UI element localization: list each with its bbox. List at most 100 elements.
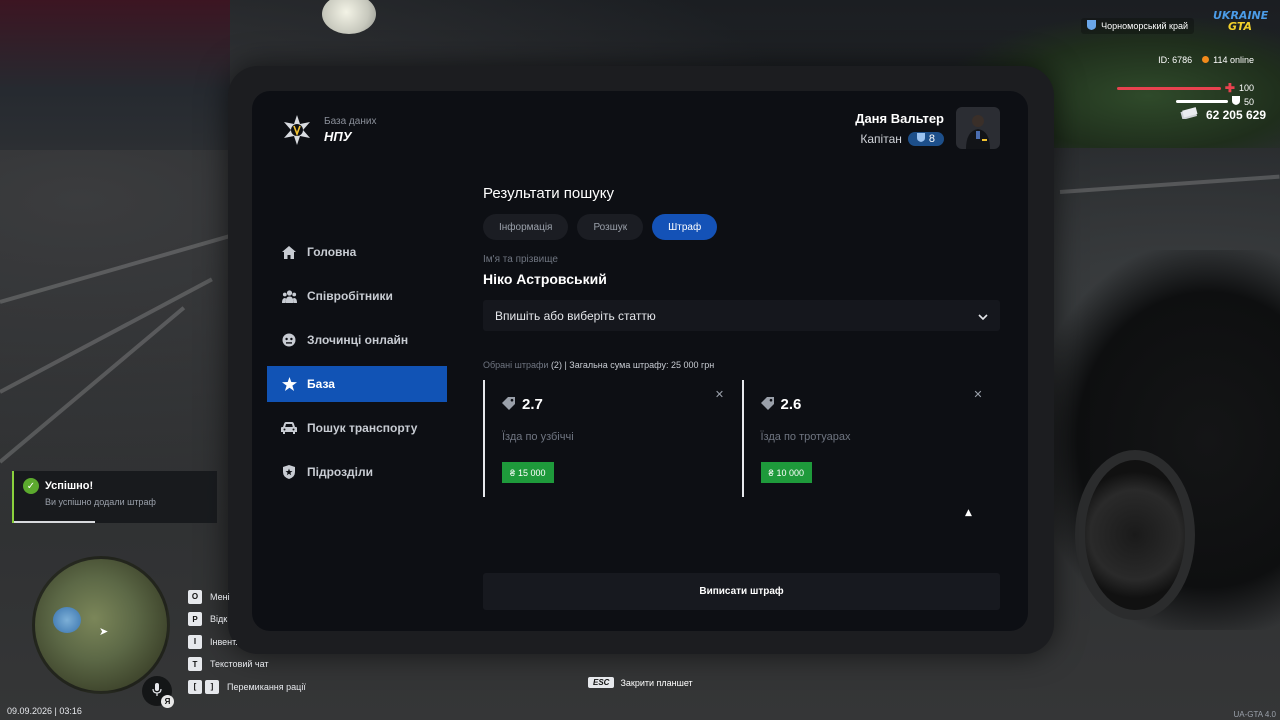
road-marking <box>0 306 186 464</box>
tab-fine[interactable]: Штраф <box>652 214 718 240</box>
fines-count: (2) <box>550 360 562 370</box>
tab-wanted[interactable]: Розшук <box>577 214 644 240</box>
police-badge-icon <box>280 113 314 147</box>
star-icon <box>281 376 297 392</box>
key-cap: [ <box>188 679 202 694</box>
online-count: 114 online <box>1202 55 1254 65</box>
shield-icon <box>281 464 297 480</box>
success-toast: ✓ Успішно! Ви успішно додали штраф <box>12 471 217 523</box>
tag-icon <box>760 395 775 414</box>
hotkey-label: Відк <box>210 614 228 624</box>
sidebar-item-label: Підрозділи <box>307 465 373 479</box>
player-id-and-online: ID: 6786 114 online <box>1158 55 1254 65</box>
issue-fine-button[interactable]: Виписати штраф <box>483 573 1000 610</box>
tablet-screen: База даних НПУ Даня Вальтер Капітан 8 Го… <box>252 91 1028 631</box>
background-building <box>0 0 230 150</box>
logo-title: НПУ <box>324 129 352 144</box>
hotkey-label: Текстовий чат <box>210 659 269 669</box>
hotkey-label: Інвент. <box>210 636 238 647</box>
selected-fines-list: ✕ 2.7 Їзда по узбіччі ₴ 15 000 ✕ 2.6 Їзд… <box>483 380 1000 497</box>
mouse-cursor-icon: ▲ <box>965 508 972 518</box>
sidebar-nav: Головна Співробітники Злочинці онлайн Ба… <box>267 234 447 498</box>
close-tablet-hint: ESC Закрити планшет <box>588 677 693 688</box>
armor-shield-icon <box>1231 96 1240 107</box>
sidebar-item-criminals-online[interactable]: Злочинці онлайн <box>267 322 447 358</box>
rank-level-badge: 8 <box>907 131 944 146</box>
minimap-water <box>53 607 81 633</box>
article-select-placeholder: Впишіть або виберіть статтю <box>495 308 656 323</box>
player-arrow-icon: ➤ <box>99 625 109 638</box>
health-value: 100 <box>1238 83 1254 93</box>
sidebar-item-label: Пошук транспорту <box>307 421 418 435</box>
hotkey-label: Перемикання рації <box>227 681 306 692</box>
hotkey-row: [ ] Перемикання рації <box>188 679 306 694</box>
fine-amount-badge: ₴ 10 000 <box>760 462 813 483</box>
coat-of-arms-icon <box>1087 20 1097 32</box>
road-marking <box>1059 174 1280 194</box>
criminal-icon <box>281 332 297 348</box>
road-marking <box>0 277 213 394</box>
search-results-panel: Результати пошуку Інформація Розшук Штра… <box>483 185 1000 497</box>
key-cap: P <box>188 612 202 626</box>
money-value: 62 205 629 <box>1205 107 1266 122</box>
voice-chat-key: Я <box>161 695 174 708</box>
sidebar-item-departments[interactable]: Підрозділи <box>267 454 447 490</box>
money-indicator: 62 205 629 <box>1180 107 1266 122</box>
hryvnia-icon: ₴ <box>510 467 516 478</box>
fine-article-code: 2.6 <box>780 396 802 413</box>
microphone-icon <box>152 682 162 701</box>
user-rank: Капітан <box>860 131 902 146</box>
key-cap: I <box>188 634 202 649</box>
health-indicator: ✚ 100 <box>1116 81 1254 95</box>
name-label: Ім'я та прізвище <box>483 254 558 265</box>
sidebar-item-label: База <box>307 377 335 391</box>
remove-fine-button[interactable]: ✕ <box>972 388 984 401</box>
fine-amount-badge: ₴ 15 000 <box>502 462 554 483</box>
fine-description: Їзда по узбіччі <box>502 431 574 443</box>
user-profile: Даня Вальтер Капітан 8 <box>855 107 1000 149</box>
hryvnia-icon: ₴ <box>768 467 774 478</box>
key-cap: T <box>188 657 202 671</box>
article-select[interactable]: Впишіть або виберіть статтю <box>483 300 1000 331</box>
sidebar-item-vehicle-search[interactable]: Пошук транспорту <box>267 410 447 446</box>
background-moon <box>322 0 376 34</box>
toast-title: Успішно! <box>45 480 94 492</box>
region-name: Чорноморський край <box>1101 21 1188 31</box>
hotkey-row: P Відк <box>188 612 306 627</box>
fines-summary: Обрані штрафи (2) | Загальна сума штрафу… <box>483 360 1000 370</box>
check-icon: ✓ <box>23 478 39 494</box>
hotkey-row: T Текстовий чат <box>188 657 306 672</box>
page-title: Результати пошуку <box>483 185 614 202</box>
result-tabs: Інформація Розшук Штраф <box>483 214 1000 240</box>
home-icon <box>281 244 297 260</box>
sidebar-item-staff[interactable]: Співробітники <box>267 278 447 314</box>
armor-value: 50 <box>1243 96 1254 107</box>
health-plus-icon: ✚ <box>1224 81 1235 95</box>
server-logo: UKRAINE GTA <box>1213 9 1269 33</box>
road-marking <box>0 233 232 304</box>
armor-bar <box>1175 100 1228 103</box>
sidebar-item-label: Головна <box>307 245 357 259</box>
fines-summary-label: Обрані штрафи <box>483 360 549 370</box>
health-bar <box>1116 86 1221 90</box>
hotkey-list: O Мені P Відк I Інвент. T Текстовий чат … <box>188 589 306 702</box>
sidebar-item-label: Співробітники <box>307 289 393 303</box>
tab-information[interactable]: Інформація <box>483 214 569 240</box>
fine-article-code: 2.7 <box>522 396 543 413</box>
fines-total: | Загальна сума штрафу: 25 000 грн <box>564 360 715 370</box>
sidebar-item-database[interactable]: База <box>267 366 447 402</box>
close-tablet-label: Закрити планшет <box>620 677 693 688</box>
key-cap: ] <box>205 679 219 694</box>
key-cap: O <box>188 589 202 604</box>
sidebar-item-home[interactable]: Головна <box>267 234 447 270</box>
armor-indicator: 50 <box>1175 96 1254 107</box>
player-id: ID: 6786 <box>1158 55 1193 65</box>
chevron-down-icon <box>978 309 988 323</box>
remove-fine-button[interactable]: ✕ <box>714 388 726 401</box>
game-datetime: 09.09.2026 | 03:16 <box>7 706 82 716</box>
user-name: Даня Вальтер <box>855 110 944 126</box>
avatar <box>956 107 1000 149</box>
sidebar-item-label: Злочинці онлайн <box>307 333 409 347</box>
hotkey-label: Мені <box>210 591 230 602</box>
region-indicator: Чорноморський край <box>1081 18 1194 34</box>
